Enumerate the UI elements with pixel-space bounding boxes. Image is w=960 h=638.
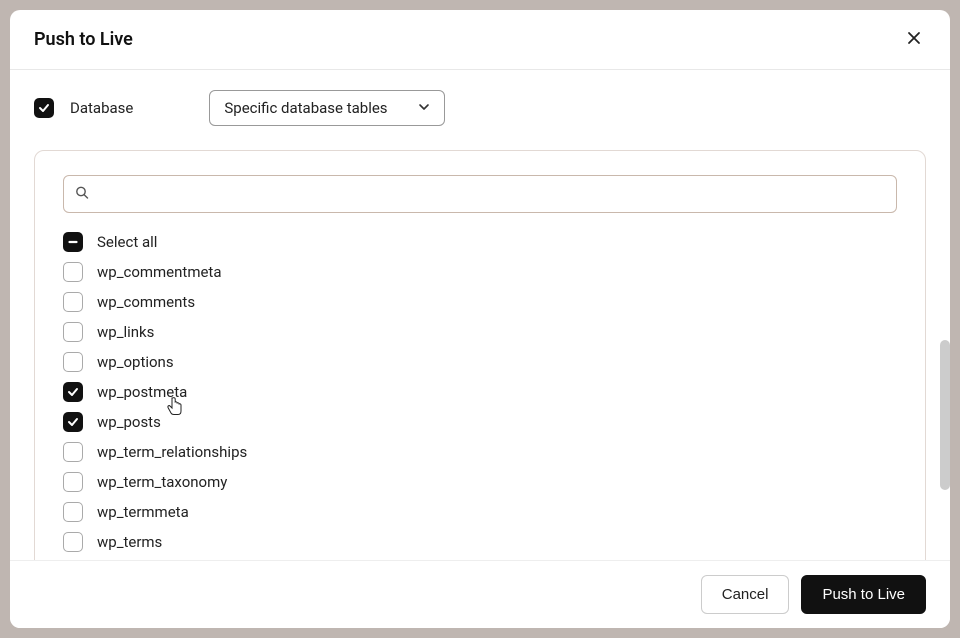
table-name-label: wp_term_relationships [97,443,247,461]
table-name-label: wp_term_taxonomy [97,473,227,491]
table-checkbox[interactable] [63,382,83,402]
table-name-label: wp_options [97,353,174,371]
modal-header: Push to Live [10,10,950,70]
checkmark-icon [38,102,50,114]
modal-body: Database Specific database tables Select [10,70,950,560]
checkmark-icon [67,416,79,428]
tables-list: wp_commentmeta wp_comments wp_links wp_opti… [63,257,897,557]
search-icon [75,185,89,204]
select-all-checkbox[interactable] [63,232,83,252]
dropdown-selected-label: Specific database tables [224,99,387,117]
table-checkbox[interactable] [63,442,83,462]
table-checkbox[interactable] [63,292,83,312]
push-to-live-button[interactable]: Push to Live [801,575,926,614]
table-checkbox[interactable] [63,532,83,552]
table-row[interactable]: wp_term_taxonomy [63,467,897,497]
database-label: Database [70,99,133,117]
table-name-label: wp_postmeta [97,383,187,401]
cancel-button[interactable]: Cancel [701,575,790,614]
table-row[interactable]: wp_links [63,317,897,347]
database-checkbox[interactable] [34,98,54,118]
table-checkbox[interactable] [63,322,83,342]
select-all-label: Select all [97,233,157,251]
table-name-label: wp_termmeta [97,503,189,521]
push-to-live-modal: Push to Live Database Specific database … [10,10,950,628]
table-name-label: wp_commentmeta [97,263,222,281]
chevron-down-icon [418,99,430,117]
table-name-label: wp_comments [97,293,195,311]
table-checkbox[interactable] [63,502,83,522]
table-name-label: wp_links [97,323,154,341]
database-row: Database Specific database tables [34,90,926,126]
table-row[interactable]: wp_postmeta [63,377,897,407]
table-checkbox[interactable] [63,412,83,432]
modal-title: Push to Live [34,29,133,50]
close-icon [906,34,922,49]
table-checkbox[interactable] [63,472,83,492]
table-row[interactable]: wp_comments [63,287,897,317]
table-row[interactable]: wp_terms [63,527,897,557]
table-row[interactable]: wp_options [63,347,897,377]
checkmark-icon [67,386,79,398]
search-wrap [63,175,897,213]
table-name-label: wp_terms [97,533,162,551]
table-checkbox[interactable] [63,352,83,372]
table-row[interactable]: wp_termmeta [63,497,897,527]
tables-search-input[interactable] [63,175,897,213]
table-checkbox[interactable] [63,262,83,282]
select-all-row[interactable]: Select all [63,227,897,257]
table-name-label: wp_posts [97,413,161,431]
scrollbar-thumb[interactable] [940,340,950,490]
indeterminate-icon [67,236,79,248]
table-row[interactable]: wp_commentmeta [63,257,897,287]
modal-footer: Cancel Push to Live [10,560,950,628]
close-button[interactable] [902,26,926,53]
tables-panel: Select all wp_commentmeta wp_comments wp_l… [34,150,926,560]
table-row[interactable]: wp_posts [63,407,897,437]
table-row[interactable]: wp_term_relationships [63,437,897,467]
tables-scope-dropdown[interactable]: Specific database tables [209,90,444,126]
